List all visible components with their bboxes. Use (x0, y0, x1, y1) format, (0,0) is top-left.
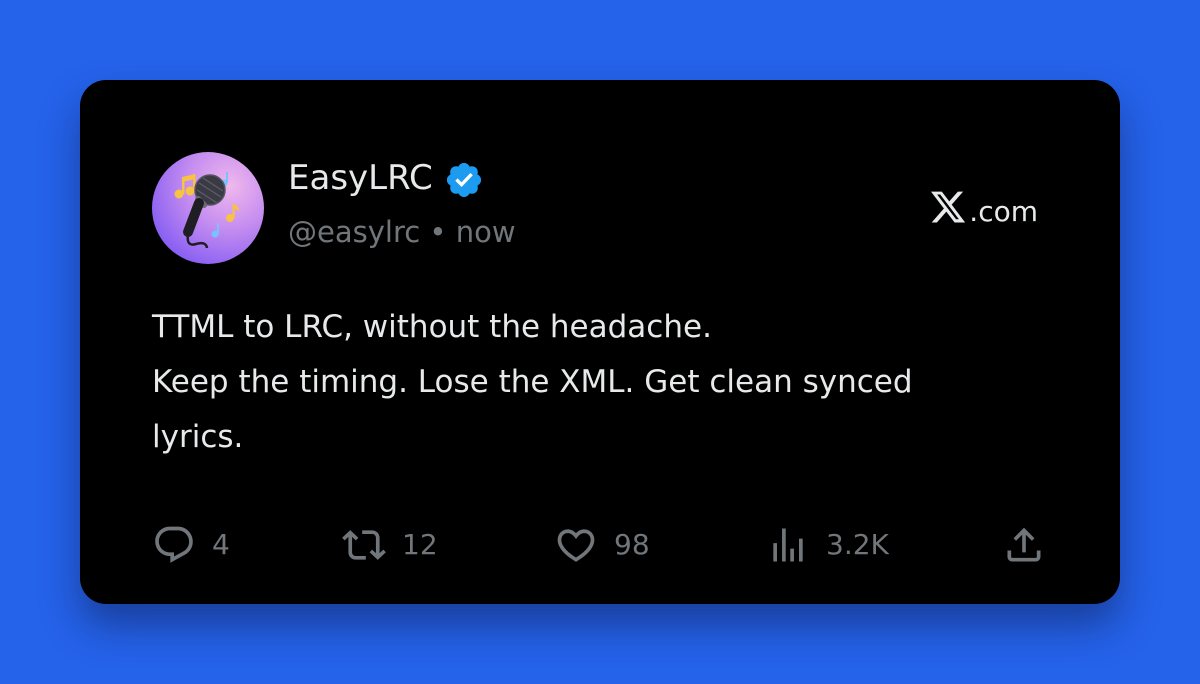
like-icon (557, 529, 595, 562)
reply-count: 4 (212, 528, 230, 561)
verified-badge-icon (446, 162, 482, 198)
x-brand[interactable]: .com (929, 184, 1038, 228)
reply-button[interactable]: 4 (152, 523, 230, 567)
repost-button[interactable]: 12 (342, 523, 438, 567)
repost-icon (342, 530, 386, 560)
microphone-icon (174, 172, 240, 249)
views-button[interactable]: 3.2K (766, 523, 889, 567)
share-icon (1007, 527, 1041, 562)
reply-icon (155, 526, 193, 563)
meta-separator: • (429, 215, 447, 249)
post-text: TTML to LRC, without the headache. Keep … (152, 300, 1032, 465)
post-time[interactable]: now (456, 215, 516, 249)
like-count: 98 (614, 528, 650, 561)
brand-suffix: .com (969, 195, 1038, 228)
repost-count: 12 (402, 528, 438, 561)
share-button[interactable] (1002, 523, 1046, 567)
post-text-line: lyrics. (152, 419, 244, 455)
x-logo-icon (931, 191, 966, 223)
post-meta: @easylrc • now (288, 212, 516, 252)
post-card[interactable]: EasyLRC @easylrc • now .com TTML to LRC,… (80, 80, 1120, 604)
post-text-line: Keep the timing. Lose the XML. Get clean… (152, 364, 913, 400)
views-count: 3.2K (826, 528, 889, 561)
author-name[interactable]: EasyLRC (288, 156, 433, 200)
avatar[interactable] (152, 152, 264, 264)
views-icon (773, 528, 803, 562)
handle[interactable]: @easylrc (288, 215, 420, 249)
post-text-line: TTML to LRC, without the headache. (152, 309, 712, 345)
like-button[interactable]: 98 (554, 523, 650, 567)
